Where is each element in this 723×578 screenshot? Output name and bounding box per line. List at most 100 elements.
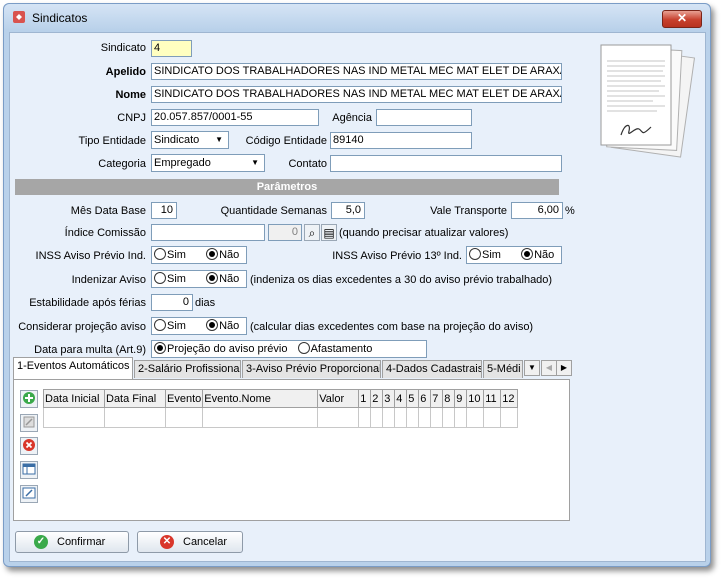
grid-col-header[interactable]: Data Inicial bbox=[43, 389, 105, 408]
columns-icon[interactable] bbox=[20, 461, 38, 479]
grid-col-header[interactable]: 4 bbox=[394, 389, 408, 408]
grid-col-header[interactable]: 11 bbox=[483, 389, 502, 408]
close-button[interactable]: ✕ bbox=[662, 10, 702, 28]
contato-label: Contato bbox=[288, 158, 327, 170]
sindicato-code-input[interactable]: 4 bbox=[151, 40, 192, 57]
opt-projecao-label: Projeção do aviso prévio bbox=[167, 343, 288, 355]
tab-salario-profissional[interactable]: 2-Salário Profissional bbox=[134, 360, 241, 378]
cnpj-label: CNPJ bbox=[117, 112, 146, 124]
eventos-tab-panel: Data Inicial Data Final Evento Evento.No… bbox=[13, 379, 570, 521]
grid-header-row: Data Inicial Data Final Evento Evento.No… bbox=[43, 389, 519, 408]
tipo-entidade-label: Tipo Entidade bbox=[78, 135, 146, 147]
calculator-icon[interactable]: ▤ bbox=[321, 224, 337, 241]
confirm-label: Confirmar bbox=[57, 536, 106, 548]
grid-col-header[interactable]: 3 bbox=[382, 389, 396, 408]
indenizar-nao-radio[interactable] bbox=[206, 272, 219, 284]
grid-col-header[interactable]: 5 bbox=[406, 389, 420, 408]
tab-medias[interactable]: 5-Médi bbox=[483, 360, 523, 378]
grid-col-header[interactable]: 2 bbox=[370, 389, 384, 408]
nome-input[interactable]: SINDICATO DOS TRABALHADORES NAS IND META… bbox=[151, 86, 562, 103]
grid-col-header[interactable]: 12 bbox=[500, 389, 519, 408]
indice-comissao-label: Índice Comissão bbox=[64, 227, 146, 239]
vale-transporte-unit: % bbox=[565, 205, 575, 217]
grid-col-header[interactable]: 8 bbox=[442, 389, 456, 408]
parametros-header: Parâmetros bbox=[15, 179, 559, 195]
estabilidade-input[interactable]: 0 bbox=[151, 294, 193, 311]
grid-col-header[interactable]: 6 bbox=[418, 389, 432, 408]
opt-nao-label: Não bbox=[534, 249, 555, 261]
eventos-grid[interactable]: Data Inicial Data Final Evento Evento.No… bbox=[43, 389, 519, 428]
grid-col-header[interactable]: 7 bbox=[430, 389, 444, 408]
categoria-select[interactable]: Empregado ▼ bbox=[151, 154, 265, 172]
grid-col-header[interactable]: Valor bbox=[317, 389, 360, 408]
inss-aviso-13-nao-radio[interactable] bbox=[521, 248, 534, 260]
inss-aviso-13-sim-radio[interactable] bbox=[469, 248, 481, 260]
form-edit-icon[interactable] bbox=[20, 485, 38, 503]
dropdown-arrow-icon: ▼ bbox=[215, 135, 223, 144]
considerar-nao-radio[interactable] bbox=[206, 319, 219, 331]
tab-aviso-previo-proporcional[interactable]: 3-Aviso Prévio Proporcional bbox=[242, 360, 381, 378]
opt-sim-label: Sim bbox=[167, 320, 186, 332]
nome-label: Nome bbox=[115, 89, 146, 101]
tab-eventos-automaticos[interactable]: 1-Eventos Automáticos bbox=[13, 357, 133, 379]
vale-transporte-input[interactable]: 6,00 bbox=[511, 202, 563, 219]
estabilidade-unit: dias bbox=[195, 297, 216, 309]
grid-col-header[interactable]: 9 bbox=[454, 389, 468, 408]
tab-dados-cadastrais[interactable]: 4-Dados Cadastrais bbox=[382, 360, 482, 378]
opt-nao-label: Não bbox=[219, 249, 240, 261]
inss-aviso-radio-group: Sim Não bbox=[151, 246, 247, 264]
opt-nao-label: Não bbox=[219, 273, 240, 285]
mes-data-base-label: Mês Data Base bbox=[70, 205, 146, 217]
sindicatos-window: Sindicatos ✕ Sindicato 4 Apelido SINDICA… bbox=[3, 3, 711, 567]
indice-comissao-value: 0 bbox=[268, 224, 302, 241]
edit-icon[interactable] bbox=[20, 414, 38, 432]
afastamento-radio[interactable] bbox=[297, 342, 310, 354]
indenizar-aviso-label: Indenizar Aviso bbox=[71, 274, 146, 286]
inss-aviso-13-label: INSS Aviso Prévio 13º Ind. bbox=[332, 250, 462, 262]
inss-aviso-13-radio-group: Sim Não bbox=[466, 246, 562, 264]
mes-data-base-input[interactable]: 10 bbox=[151, 202, 177, 219]
data-multa-label: Data para multa (Art.9) bbox=[34, 344, 146, 356]
apelido-input[interactable]: SINDICATO DOS TRABALHADORES NAS IND META… bbox=[151, 63, 562, 80]
confirm-button[interactable]: ✓ Confirmar bbox=[15, 531, 129, 553]
agencia-input[interactable] bbox=[376, 109, 472, 126]
contato-input[interactable] bbox=[330, 155, 562, 172]
inss-aviso-label: INSS Aviso Prévio Ind. bbox=[35, 250, 146, 262]
vale-transporte-label: Vale Transporte bbox=[430, 205, 507, 217]
inss-aviso-sim-radio[interactable] bbox=[154, 248, 166, 260]
grid-col-header[interactable]: Evento.Nome bbox=[202, 389, 319, 408]
categoria-label: Categoria bbox=[98, 158, 146, 170]
document-illustration bbox=[600, 44, 695, 158]
opt-afastamento-label: Afastamento bbox=[310, 343, 373, 355]
codigo-entidade-input[interactable]: 89140 bbox=[330, 132, 472, 149]
considerar-sim-radio[interactable] bbox=[154, 319, 166, 331]
qtd-semanas-input[interactable]: 5,0 bbox=[331, 202, 365, 219]
categoria-value: Empregado bbox=[154, 157, 211, 169]
grid-col-header[interactable]: Evento bbox=[164, 389, 204, 408]
cancel-button[interactable]: ✕ Cancelar bbox=[137, 531, 243, 553]
indice-comissao-input[interactable] bbox=[151, 224, 265, 241]
indice-comissao-hint: (quando precisar atualizar valores) bbox=[339, 227, 509, 239]
projecao-radio[interactable] bbox=[154, 342, 166, 354]
indenizar-sim-radio[interactable] bbox=[154, 272, 166, 284]
tipo-entidade-select[interactable]: Sindicato ▼ bbox=[151, 131, 229, 149]
grid-col-header[interactable]: 10 bbox=[466, 389, 485, 408]
tab-scroll-left-icon[interactable]: ◀ bbox=[541, 360, 557, 376]
inss-aviso-nao-radio[interactable] bbox=[206, 248, 219, 260]
check-icon: ✓ bbox=[34, 535, 48, 549]
client-area: Sindicato 4 Apelido SINDICATO DOS TRABAL… bbox=[9, 32, 706, 562]
grid-col-header[interactable]: Data Final bbox=[104, 389, 166, 408]
table-row[interactable] bbox=[43, 407, 519, 428]
indenizar-hint: (indeniza os dias excedentes a 30 do avi… bbox=[250, 274, 553, 286]
cnpj-input[interactable]: 20.057.857/0001-55 bbox=[151, 109, 319, 126]
add-icon[interactable] bbox=[20, 390, 38, 408]
tab-scroll-right-icon[interactable]: ▶ bbox=[556, 360, 572, 376]
tab-dropdown-icon[interactable]: ▼ bbox=[524, 360, 540, 376]
sindicato-label: Sindicato bbox=[100, 42, 146, 54]
indenizar-radio-group: Sim Não bbox=[151, 270, 247, 288]
title-bar[interactable]: Sindicatos ✕ bbox=[4, 4, 710, 30]
agencia-label: Agência bbox=[332, 112, 372, 124]
search-icon[interactable]: ⌕ bbox=[304, 224, 320, 241]
delete-icon[interactable] bbox=[20, 437, 38, 455]
grid-col-header[interactable]: 1 bbox=[358, 389, 372, 408]
